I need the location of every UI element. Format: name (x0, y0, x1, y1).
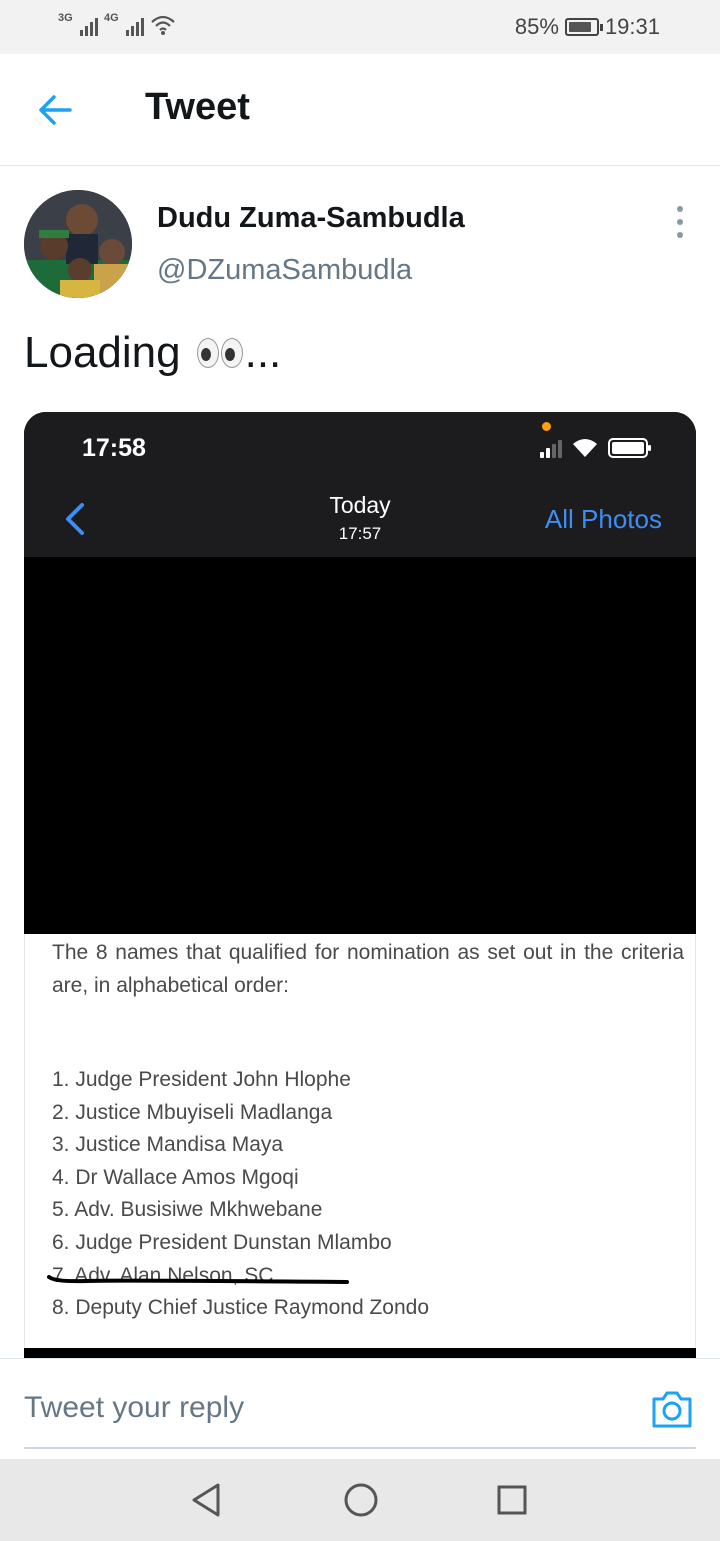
network-type-label: 3G (58, 12, 73, 24)
author-handle[interactable]: @DZumaSambudla (157, 254, 412, 287)
list-item: 1. Judge President John Hlophe (52, 1068, 351, 1091)
list-item: 4. Dr Wallace Amos Mgoqi (52, 1165, 299, 1189)
nominee-list: 1. Judge President John Hlophe 2. Justic… (52, 1064, 429, 1325)
status-right: 85% 19:31 (515, 14, 660, 40)
signal-indicators: 3G 4G (58, 12, 176, 36)
wifi-icon (151, 15, 175, 35)
nav-home-icon[interactable] (343, 1482, 379, 1518)
document-intro: The 8 names that qualified for nominatio… (52, 941, 684, 997)
app-header: Tweet (0, 54, 720, 166)
privacy-dot-icon (542, 422, 551, 431)
reply-underline (24, 1447, 696, 1449)
clock: 19:31 (604, 14, 660, 39)
nav-back-icon[interactable] (188, 1481, 224, 1519)
avatar[interactable] (24, 190, 132, 298)
back-arrow-icon[interactable] (36, 90, 76, 130)
camera-icon[interactable] (650, 1389, 694, 1429)
network-type-label: 4G (104, 12, 119, 24)
tweet-media-image[interactable]: 17:58 Today 17:57 All Photos The 8 names… (24, 412, 696, 1358)
embedded-ios-header: 17:58 Today 17:57 All Photos (24, 412, 696, 557)
reply-input[interactable]: Tweet your reply (24, 1391, 244, 1425)
tweet-text-ellipsis: ... (244, 328, 282, 377)
embedded-battery-icon (608, 438, 651, 458)
list-item: 3. Justice Mandisa Maya (52, 1133, 284, 1157)
list-item: 2. Justice Mbuyiseli Madlanga (52, 1100, 333, 1124)
embedded-wifi-icon (573, 439, 597, 457)
signal-4g-icon: 4G (104, 12, 144, 36)
author-name[interactable]: Dudu Zuma-Sambudla (157, 202, 465, 235)
page-title: Tweet (145, 86, 250, 128)
eyes-emoji-icon (196, 338, 243, 368)
list-item: 6. Judge President Dunstan Mlambo (52, 1230, 392, 1254)
status-bar: 3G 4G 85% 19:31 (0, 0, 720, 54)
embedded-document: The 8 names that qualified for nominatio… (24, 934, 696, 1348)
embedded-black-area (24, 557, 696, 934)
embedded-time: 17:58 (82, 434, 146, 462)
tweet-text-main: Loading (24, 328, 181, 377)
list-item: 8. Deputy Chief Justice Raymond Zondo (52, 1296, 430, 1320)
embedded-signal-icon (540, 438, 562, 458)
tweet-text: Loading ... (24, 328, 281, 378)
nav-recent-apps-icon[interactable] (496, 1484, 528, 1516)
signal-3g-icon: 3G (58, 12, 98, 36)
media-bottom-edge (24, 1348, 696, 1358)
battery-percent: 85% (514, 14, 559, 39)
more-vertical-icon[interactable] (672, 206, 688, 238)
handwritten-underline (47, 1275, 349, 1284)
battery-icon (564, 18, 603, 36)
system-nav-bar (0, 1459, 720, 1541)
list-item: 5. Adv. Busisiwe Mkhwebane (52, 1198, 323, 1222)
embedded-status-icons (540, 438, 651, 458)
embedded-all-photos-link: All Photos (544, 504, 662, 534)
reply-bar: Tweet your reply (0, 1358, 720, 1458)
